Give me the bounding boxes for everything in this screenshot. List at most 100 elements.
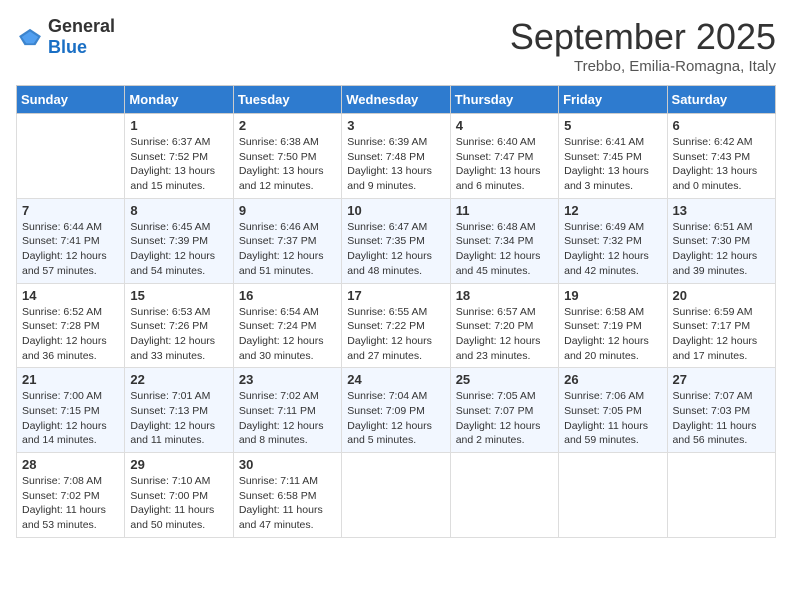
day-info: Sunrise: 6:58 AM Sunset: 7:19 PM Dayligh…: [564, 305, 661, 364]
weekday-header-saturday: Saturday: [667, 86, 775, 114]
day-number: 30: [239, 457, 336, 472]
calendar-cell: 1Sunrise: 6:37 AM Sunset: 7:52 PM Daylig…: [125, 114, 233, 199]
day-number: 22: [130, 372, 227, 387]
day-number: 9: [239, 203, 336, 218]
day-info: Sunrise: 6:46 AM Sunset: 7:37 PM Dayligh…: [239, 220, 336, 279]
day-info: Sunrise: 7:10 AM Sunset: 7:00 PM Dayligh…: [130, 474, 227, 533]
weekday-header-friday: Friday: [559, 86, 667, 114]
page-header: General Blue September 2025 Trebbo, Emil…: [16, 16, 776, 75]
calendar-cell: 4 Sunrise: 6:40 AM Sunset: 7:47 PM Daylig…: [450, 114, 558, 199]
day-info: Sunrise: 6:47 AM Sunset: 7:35 PM Dayligh…: [347, 220, 444, 279]
day-number: 11: [456, 203, 553, 218]
day-number: 26: [564, 372, 661, 387]
calendar-cell: 2 Sunrise: 6:38 AM Sunset: 7:50 PM Daylig…: [233, 114, 341, 199]
day-number: 4: [456, 118, 553, 133]
calendar-cell: 21 Sunrise: 7:00 AM Sunset: 7:15 PM Dayli…: [17, 368, 125, 453]
day-number: 25: [456, 372, 553, 387]
calendar-cell: 18 Sunrise: 6:57 AM Sunset: 7:20 PM Dayli…: [450, 283, 558, 368]
calendar-week-row: 1Sunrise: 6:37 AM Sunset: 7:52 PM Daylig…: [17, 114, 776, 199]
calendar-cell: 9 Sunrise: 6:46 AM Sunset: 7:37 PM Daylig…: [233, 198, 341, 283]
day-number: 16: [239, 288, 336, 303]
calendar-cell: 30 Sunrise: 7:11 AM Sunset: 6:58 PM Dayli…: [233, 453, 341, 538]
day-info: Sunrise: 7:07 AM Sunset: 7:03 PM Dayligh…: [673, 389, 770, 448]
day-info: Sunrise: 6:38 AM Sunset: 7:50 PM Dayligh…: [239, 135, 336, 194]
calendar-cell: 8 Sunrise: 6:45 AM Sunset: 7:39 PM Daylig…: [125, 198, 233, 283]
calendar-cell: 25Sunrise: 7:05 AM Sunset: 7:07 PM Dayli…: [450, 368, 558, 453]
day-number: 10: [347, 203, 444, 218]
day-info: Sunrise: 6:44 AM Sunset: 7:41 PM Dayligh…: [22, 220, 119, 279]
day-number: 18: [456, 288, 553, 303]
calendar-cell: 22 Sunrise: 7:01 AM Sunset: 7:13 PM Dayli…: [125, 368, 233, 453]
calendar-cell: 28 Sunrise: 7:08 AM Sunset: 7:02 PM Dayli…: [17, 453, 125, 538]
calendar-cell: 27 Sunrise: 7:07 AM Sunset: 7:03 PM Dayli…: [667, 368, 775, 453]
logo: General Blue: [16, 16, 115, 58]
weekday-header-sunday: Sunday: [17, 86, 125, 114]
day-number: 28: [22, 457, 119, 472]
day-number: 2: [239, 118, 336, 133]
calendar-cell: 17Sunrise: 6:55 AM Sunset: 7:22 PM Dayli…: [342, 283, 450, 368]
day-number: 20: [673, 288, 770, 303]
day-number: 12: [564, 203, 661, 218]
location: Trebbo, Emilia-Romagna, Italy: [510, 58, 776, 75]
day-number: 15: [130, 288, 227, 303]
calendar-cell: 23Sunrise: 7:02 AM Sunset: 7:11 PM Dayli…: [233, 368, 341, 453]
calendar-cell: 6 Sunrise: 6:42 AM Sunset: 7:43 PM Daylig…: [667, 114, 775, 199]
day-number: 29: [130, 457, 227, 472]
calendar-cell: [17, 114, 125, 199]
weekday-header-wednesday: Wednesday: [342, 86, 450, 114]
day-info: Sunrise: 6:54 AM Sunset: 7:24 PM Dayligh…: [239, 305, 336, 364]
logo-blue: Blue: [48, 37, 87, 57]
day-info: Sunrise: 6:55 AM Sunset: 7:22 PM Dayligh…: [347, 305, 444, 364]
day-info: Sunrise: 7:11 AM Sunset: 6:58 PM Dayligh…: [239, 474, 336, 533]
day-info: Sunrise: 6:59 AM Sunset: 7:17 PM Dayligh…: [673, 305, 770, 364]
logo-general: General: [48, 16, 115, 36]
weekday-header-monday: Monday: [125, 86, 233, 114]
calendar-week-row: 28 Sunrise: 7:08 AM Sunset: 7:02 PM Dayli…: [17, 453, 776, 538]
day-number: 19: [564, 288, 661, 303]
day-number: 8: [130, 203, 227, 218]
day-number: 7: [22, 203, 119, 218]
calendar-cell: 20 Sunrise: 6:59 AM Sunset: 7:17 PM Dayli…: [667, 283, 775, 368]
day-number: 1: [130, 118, 227, 133]
day-info: Sunrise: 7:01 AM Sunset: 7:13 PM Dayligh…: [130, 389, 227, 448]
day-info: Sunrise: 6:57 AM Sunset: 7:20 PM Dayligh…: [456, 305, 553, 364]
day-info: Sunrise: 6:48 AM Sunset: 7:34 PM Dayligh…: [456, 220, 553, 279]
day-info: Sunrise: 7:06 AM Sunset: 7:05 PM Dayligh…: [564, 389, 661, 448]
day-number: 14: [22, 288, 119, 303]
calendar-cell: 24Sunrise: 7:04 AM Sunset: 7:09 PM Dayli…: [342, 368, 450, 453]
calendar-cell: 15 Sunrise: 6:53 AM Sunset: 7:26 PM Dayli…: [125, 283, 233, 368]
calendar-week-row: 7 Sunrise: 6:44 AM Sunset: 7:41 PM Daylig…: [17, 198, 776, 283]
calendar-cell: [559, 453, 667, 538]
calendar-cell: 29 Sunrise: 7:10 AM Sunset: 7:00 PM Dayli…: [125, 453, 233, 538]
calendar-cell: 3Sunrise: 6:39 AM Sunset: 7:48 PM Daylig…: [342, 114, 450, 199]
day-number: 6: [673, 118, 770, 133]
calendar-cell: 12Sunrise: 6:49 AM Sunset: 7:32 PM Dayli…: [559, 198, 667, 283]
day-number: 24: [347, 372, 444, 387]
day-number: 5: [564, 118, 661, 133]
calendar-cell: 10 Sunrise: 6:47 AM Sunset: 7:35 PM Dayli…: [342, 198, 450, 283]
day-info: Sunrise: 6:42 AM Sunset: 7:43 PM Dayligh…: [673, 135, 770, 194]
calendar-cell: 19 Sunrise: 6:58 AM Sunset: 7:19 PM Dayli…: [559, 283, 667, 368]
calendar-week-row: 21 Sunrise: 7:00 AM Sunset: 7:15 PM Dayli…: [17, 368, 776, 453]
day-number: 21: [22, 372, 119, 387]
day-info: Sunrise: 7:00 AM Sunset: 7:15 PM Dayligh…: [22, 389, 119, 448]
calendar-cell: [450, 453, 558, 538]
calendar-week-row: 14 Sunrise: 6:52 AM Sunset: 7:28 PM Dayli…: [17, 283, 776, 368]
day-info: Sunrise: 6:51 AM Sunset: 7:30 PM Dayligh…: [673, 220, 770, 279]
calendar-cell: 5Sunrise: 6:41 AM Sunset: 7:45 PM Daylig…: [559, 114, 667, 199]
day-number: 23: [239, 372, 336, 387]
calendar-cell: 16 Sunrise: 6:54 AM Sunset: 7:24 PM Dayli…: [233, 283, 341, 368]
calendar-cell: 14 Sunrise: 6:52 AM Sunset: 7:28 PM Dayli…: [17, 283, 125, 368]
calendar-table: SundayMondayTuesdayWednesdayThursdayFrid…: [16, 85, 776, 538]
title-block: September 2025 Trebbo, Emilia-Romagna, I…: [510, 16, 776, 75]
logo-text: General Blue: [48, 16, 115, 58]
logo-icon: [16, 27, 44, 47]
day-info: Sunrise: 6:45 AM Sunset: 7:39 PM Dayligh…: [130, 220, 227, 279]
day-info: Sunrise: 6:52 AM Sunset: 7:28 PM Dayligh…: [22, 305, 119, 364]
day-info: Sunrise: 6:53 AM Sunset: 7:26 PM Dayligh…: [130, 305, 227, 364]
day-number: 27: [673, 372, 770, 387]
calendar-cell: 13Sunrise: 6:51 AM Sunset: 7:30 PM Dayli…: [667, 198, 775, 283]
day-info: Sunrise: 7:08 AM Sunset: 7:02 PM Dayligh…: [22, 474, 119, 533]
calendar-cell: 26 Sunrise: 7:06 AM Sunset: 7:05 PM Dayli…: [559, 368, 667, 453]
day-info: Sunrise: 6:40 AM Sunset: 7:47 PM Dayligh…: [456, 135, 553, 194]
